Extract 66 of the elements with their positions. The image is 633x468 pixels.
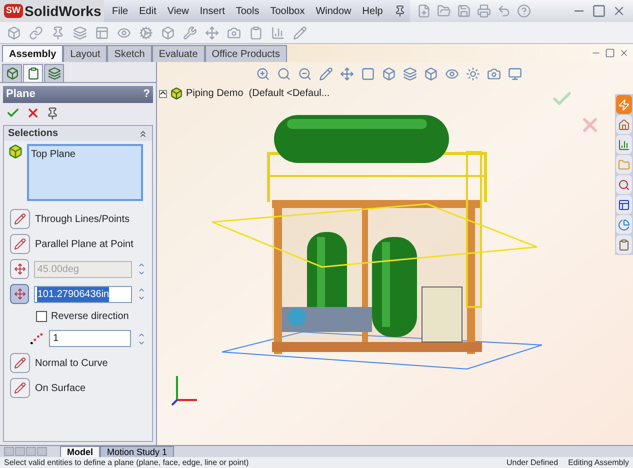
checkbox[interactable]	[36, 311, 47, 322]
search-icon[interactable]	[616, 175, 632, 194]
feature-tree-icon[interactable]	[2, 64, 22, 82]
menu-item[interactable]: Toolbox	[270, 4, 305, 18]
menu-item[interactable]: Edit	[139, 4, 156, 18]
selection-item[interactable]: Top Plane	[31, 147, 139, 162]
pencil-icon	[14, 213, 26, 225]
group-title: Selections	[8, 127, 58, 141]
dotted-line-icon	[30, 332, 44, 346]
pin-icon[interactable]	[394, 5, 406, 17]
option-button[interactable]	[10, 353, 30, 373]
lightning-icon[interactable]	[616, 95, 632, 114]
checkbox-label: Reverse direction	[51, 310, 129, 324]
pencil-icon	[14, 238, 26, 250]
property-manager-icon[interactable]	[23, 64, 43, 82]
logo-mark: SW	[4, 4, 22, 18]
menu-item[interactable]: Window	[316, 4, 352, 18]
cancel-icon[interactable]	[26, 106, 40, 120]
selection-list[interactable]: Top Plane	[27, 144, 143, 201]
collapse-icon[interactable]	[138, 128, 148, 138]
menu-item[interactable]: Tools	[236, 4, 260, 18]
model-tab[interactable]: Motion Study 1	[100, 446, 174, 458]
assembly-icon	[170, 87, 183, 100]
status-field: Under Defined	[506, 458, 558, 468]
option-button[interactable]	[10, 284, 30, 304]
close-icon[interactable]	[619, 48, 629, 58]
option-label: On Surface	[35, 382, 86, 396]
menu-item[interactable]: Help	[362, 4, 383, 18]
tree-item[interactable]: Piping Demo (Default <Defaul...	[186, 86, 330, 101]
command-tab[interactable]: Evaluate	[152, 45, 205, 62]
option-label: Normal to Curve	[35, 356, 108, 370]
pencil-icon	[14, 382, 26, 394]
value-field[interactable]: 101.27906436in	[34, 286, 132, 302]
command-tab[interactable]: Layout	[63, 45, 108, 62]
pie-chart-icon[interactable]	[616, 215, 632, 234]
option-label: Through Lines/Points	[35, 212, 130, 226]
logo-text: SolidWorks	[24, 2, 102, 20]
menu-item[interactable]: File	[112, 4, 128, 18]
option-label: Parallel Plane at Point	[35, 238, 134, 252]
expand-toggle[interactable]	[159, 90, 167, 98]
option-button[interactable]	[10, 234, 30, 254]
command-tab[interactable]: Assembly	[2, 45, 64, 62]
clipboard-icon[interactable]	[616, 235, 632, 254]
spin-up-icon[interactable]	[137, 286, 146, 294]
spin-up-icon[interactable]	[137, 261, 146, 269]
help-link[interactable]: ?	[143, 86, 150, 103]
count-field[interactable]: 1	[49, 330, 131, 347]
status-field: Editing Assembly	[568, 458, 629, 468]
menu-item[interactable]: Insert	[200, 4, 225, 18]
model-tab[interactable]: Model	[60, 446, 100, 458]
panel-title: Plane	[6, 87, 36, 102]
restore-icon[interactable]	[605, 48, 615, 58]
cube-icon	[8, 144, 23, 159]
option-button[interactable]	[10, 209, 30, 229]
spin-down-icon[interactable]	[137, 294, 146, 302]
configuration-icon[interactable]	[44, 64, 64, 82]
menu-item[interactable]: View	[167, 4, 189, 18]
spin-down-icon[interactable]	[137, 269, 146, 277]
command-tab[interactable]: Office Products	[204, 45, 287, 62]
option-button[interactable]	[10, 378, 30, 398]
home-icon[interactable]	[616, 115, 632, 134]
ok-icon[interactable]	[6, 106, 20, 120]
command-tab[interactable]: Sketch	[107, 45, 152, 62]
pin-icon[interactable]	[46, 106, 59, 120]
pencil-icon	[14, 357, 26, 369]
status-message: Select valid entities to define a plane (plane, face, edge, line or point)	[4, 458, 250, 468]
